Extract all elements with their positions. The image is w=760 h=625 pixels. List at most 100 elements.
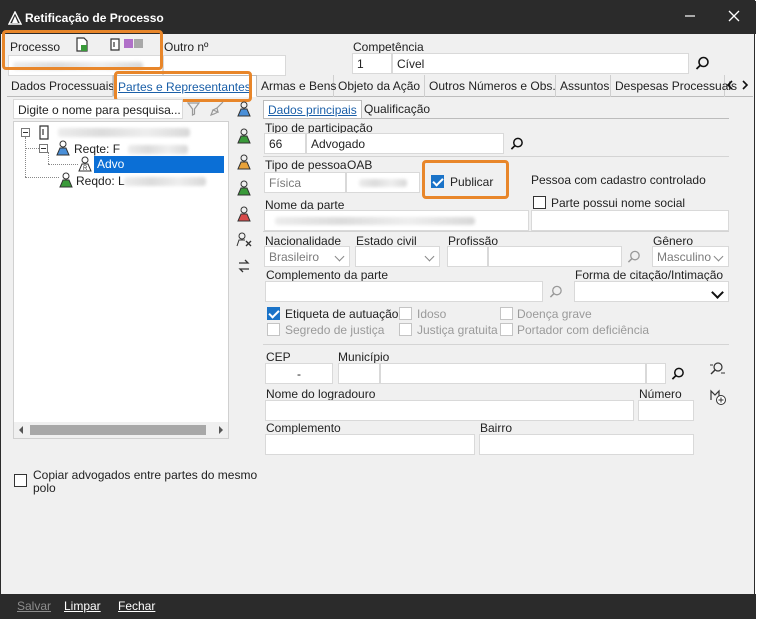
swap-party-icon[interactable]: [236, 258, 252, 274]
add-address-icon[interactable]: [709, 388, 727, 406]
bairro-label: Bairro: [480, 421, 513, 435]
action-bar: Salvar Limpar Fechar: [1, 594, 756, 619]
fechar-button[interactable]: Fechar: [118, 599, 155, 613]
nome-parte-field[interactable]: [264, 210, 529, 231]
locked-party-icon[interactable]: [236, 206, 252, 222]
collapse-icon[interactable]: [21, 128, 30, 137]
tab-objeto-acao[interactable]: Objeto da Ação: [334, 75, 425, 97]
tree-selected-row[interactable]: Advo: [94, 156, 224, 173]
svg-text:R: R: [83, 166, 88, 172]
tree-scrollbar[interactable]: [14, 422, 228, 438]
forma-citacao-label: Forma de citação/Intimação: [575, 268, 724, 282]
search-icon[interactable]: [695, 56, 710, 71]
nome-social-label: Parte possui nome social: [551, 196, 686, 210]
profissao-field[interactable]: [488, 246, 622, 267]
competencia-value-field[interactable]: Cível: [392, 53, 689, 74]
genero-select[interactable]: Masculino: [652, 246, 729, 267]
party-search-input[interactable]: Digite o nome para pesquisa...: [13, 99, 183, 119]
tab-armas-bens[interactable]: Armas e Bens: [257, 75, 336, 97]
search-icon[interactable]: [627, 250, 641, 264]
party-search-placeholder: Digite o nome para pesquisa...: [18, 103, 181, 117]
window-title: Retificação de Processo: [25, 11, 164, 25]
portador-checkbox[interactable]: [500, 323, 513, 336]
numero-field[interactable]: [638, 400, 694, 421]
remove-party-icon[interactable]: [236, 232, 252, 248]
add-defendant-icon[interactable]: [236, 128, 252, 144]
scroll-left-icon[interactable]: [17, 426, 25, 434]
complemento-parte-field[interactable]: [265, 281, 543, 302]
estado-civil-select[interactable]: [355, 246, 440, 267]
portador-label: Portador com deficiência: [517, 323, 650, 337]
search-icon[interactable]: [671, 367, 685, 381]
tab-assuntos[interactable]: Assuntos: [556, 75, 611, 97]
complemento-label: Complemento: [266, 421, 341, 435]
tab-scroll-left-icon[interactable]: [725, 80, 735, 90]
logradouro-label: Nome do logradouro: [266, 387, 376, 401]
segredo-checkbox[interactable]: [267, 323, 280, 336]
uf-field[interactable]: [646, 363, 666, 384]
oab-field[interactable]: [346, 172, 420, 193]
etiqueta-checkbox[interactable]: [267, 307, 280, 320]
tab-scroll-right-icon[interactable]: [740, 80, 750, 90]
etiqueta-label: Etiqueta de autuação: [285, 307, 399, 321]
search-icon[interactable]: [510, 137, 524, 151]
subtab-dados-principais[interactable]: Dados principais: [263, 100, 362, 118]
competencia-code-field[interactable]: 1: [352, 53, 392, 74]
publicar-highlight: [422, 160, 509, 199]
doenca-label: Doença grave: [517, 307, 592, 321]
minimize-button[interactable]: [675, 7, 705, 29]
add-representative-icon[interactable]: [236, 180, 252, 196]
plaintiff-person-icon: [56, 140, 70, 156]
salvar-button[interactable]: Salvar: [17, 599, 51, 613]
segredo-label: Segredo de justiça: [285, 323, 385, 337]
bairro-field[interactable]: [479, 434, 694, 455]
tab-despesas-processuais[interactable]: Despesas Processuais: [611, 75, 737, 97]
forma-citacao-select[interactable]: [574, 281, 729, 302]
tree-reqte-label[interactable]: Reqte: F: [74, 142, 120, 156]
collapse-icon[interactable]: [39, 144, 48, 153]
municipio-field[interactable]: [380, 363, 646, 384]
cep-label: CEP: [266, 350, 291, 364]
subtab-qualificacao[interactable]: Qualificação: [360, 100, 434, 118]
filter-icon[interactable]: [187, 102, 200, 116]
tipo-participacao-field[interactable]: Advogado: [306, 133, 504, 154]
profissao-code-field[interactable]: [447, 246, 488, 267]
complemento-field[interactable]: [265, 434, 475, 455]
idoso-checkbox[interactable]: [399, 307, 412, 320]
doenca-checkbox[interactable]: [500, 307, 513, 320]
processo-highlight: [2, 30, 163, 70]
clear-brush-icon[interactable]: [210, 101, 225, 116]
tab-highlight: [114, 71, 252, 102]
close-button[interactable]: [719, 7, 749, 29]
tab-dados-processuais[interactable]: Dados Processuais: [7, 75, 114, 97]
competencia-label: Competência: [353, 40, 424, 54]
limpar-button[interactable]: Limpar: [64, 599, 101, 613]
nacionalidade-select[interactable]: Brasileiro: [264, 246, 350, 267]
tipo-participacao-code[interactable]: 66: [264, 133, 306, 154]
dialog-window: Retificação de Processo Processo Outro n…: [0, 0, 756, 619]
outro-numero-label: Outro nº: [164, 40, 209, 54]
scroll-thumb[interactable]: [30, 425, 206, 435]
nome-social-field[interactable]: [531, 210, 729, 231]
cep-field[interactable]: -: [265, 363, 333, 384]
close-icon: [728, 10, 740, 22]
tab-outros-numeros[interactable]: Outros Números e Obs.: [425, 75, 556, 97]
logradouro-field[interactable]: [265, 400, 634, 421]
municipio-code-field[interactable]: [338, 363, 380, 384]
justica-gratuita-label: Justiça gratuita: [417, 323, 498, 337]
pessoa-controlado-label: Pessoa com cadastro controlado: [531, 173, 706, 187]
justica-gratuita-checkbox[interactable]: [399, 323, 412, 336]
scroll-right-icon[interactable]: [217, 426, 225, 434]
search-icon[interactable]: [549, 285, 563, 299]
tipo-pessoa-field[interactable]: Física: [264, 172, 346, 193]
tipo-pessoa-label: Tipo de pessoa: [265, 158, 347, 172]
tree-advo-label: Advo: [97, 157, 125, 171]
tree-reqdo-label[interactable]: Reqdo: L: [76, 174, 125, 188]
search-address-icon[interactable]: [709, 361, 726, 378]
add-third-party-icon[interactable]: [236, 154, 252, 170]
copy-lawyers-checkbox[interactable]: [14, 474, 27, 487]
copy-lawyers-label: Copiar advogados entre partes do mesmo p…: [33, 468, 258, 495]
idoso-label: Idoso: [417, 307, 447, 321]
add-plaintiff-icon[interactable]: [236, 101, 252, 117]
nome-social-checkbox[interactable]: [533, 196, 546, 209]
